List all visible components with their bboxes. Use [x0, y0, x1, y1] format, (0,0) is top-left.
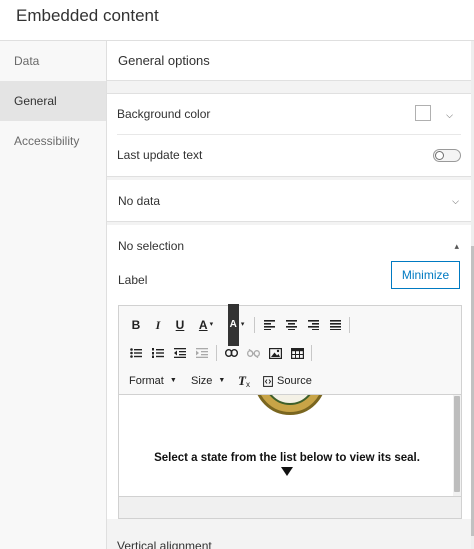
panel-spacer [107, 81, 471, 94]
vertical-alignment-label: Vertical alignment [117, 539, 212, 549]
background-color-label: Background color [117, 107, 211, 121]
bold-button[interactable]: B [125, 314, 147, 336]
background-color-swatch[interactable] [415, 105, 431, 121]
align-center-icon[interactable] [280, 314, 302, 336]
toolbar-separator [254, 317, 255, 333]
align-left-icon[interactable] [258, 314, 280, 336]
window-title: Embedded content [16, 6, 159, 25]
underline-button[interactable]: U [169, 314, 191, 336]
toggle-knob [435, 151, 444, 160]
toolbar-row-1: B I U A ▾ A ▾ [125, 304, 353, 346]
toolbar-separator [311, 345, 312, 361]
text-color-button[interactable]: A ▾ [191, 314, 221, 336]
last-update-toggle[interactable] [433, 149, 461, 162]
source-button[interactable]: Source [259, 370, 316, 392]
toolbar-separator [216, 345, 217, 361]
source-icon [263, 375, 273, 387]
size-dropdown[interactable]: Size ▼ [187, 370, 231, 392]
no-data-label: No data [118, 194, 161, 208]
chevron-down-icon[interactable]: ⌵ [452, 180, 459, 222]
no-selection-label: No selection [118, 239, 185, 253]
no-data-section[interactable]: No data ⌵ [107, 180, 471, 222]
panel-title: General options [107, 41, 471, 81]
editor-status-bar [119, 496, 461, 518]
label-field-label: Label [118, 273, 148, 287]
general-options-card: Background color ⌵ Last update text [107, 94, 471, 177]
no-selection-section: No selection ▴ Label Minimize B I U A ▾ A… [107, 225, 471, 519]
label-field-row: Label Minimize [118, 261, 471, 305]
chevron-down-icon[interactable]: ⌵ [446, 95, 453, 135]
editor-toolbar: B I U A ▾ A ▾ Format ▼ Size ▼ T x Source [119, 304, 461, 395]
background-color-row: Background color ⌵ [117, 94, 461, 135]
caret-down-icon [281, 467, 293, 476]
align-justify-icon[interactable] [324, 314, 346, 336]
sidebar-item-accessibility[interactable]: Accessibility [0, 121, 106, 161]
editor-scrollbar[interactable] [453, 395, 461, 496]
embedded-content-settings: Embedded content Data General Accessibil… [0, 0, 474, 549]
sidebar-item-data[interactable]: Data [0, 41, 106, 81]
toolbar-separator [349, 317, 350, 333]
align-right-icon[interactable] [302, 314, 324, 336]
editor-content[interactable]: Select a state from the list below to vi… [119, 395, 461, 496]
background-color-button[interactable]: A ▾ [221, 304, 251, 346]
seal-inner [264, 395, 316, 405]
clear-formatting-icon[interactable]: Tx [233, 370, 255, 392]
italic-button[interactable]: I [147, 314, 169, 336]
last-update-row: Last update text [117, 135, 461, 176]
last-update-label: Last update text [117, 148, 203, 162]
format-dropdown[interactable]: Format ▼ [125, 370, 183, 392]
minimize-button[interactable]: Minimize [391, 261, 460, 289]
sidebar-item-general[interactable]: General [0, 81, 106, 121]
state-seal-image [254, 395, 326, 415]
settings-panel: General options Background color ⌵ Last … [107, 41, 471, 549]
sidebar: Data General Accessibility [0, 41, 107, 549]
title-bar: Embedded content [0, 0, 474, 41]
toolbar-row-3: Format ▼ Size ▼ Tx Source [125, 370, 316, 392]
rich-text-editor: B I U A ▾ A ▾ Format ▼ Size ▼ T x Source… [118, 304, 462, 519]
editor-scroll-thumb[interactable] [454, 396, 460, 492]
